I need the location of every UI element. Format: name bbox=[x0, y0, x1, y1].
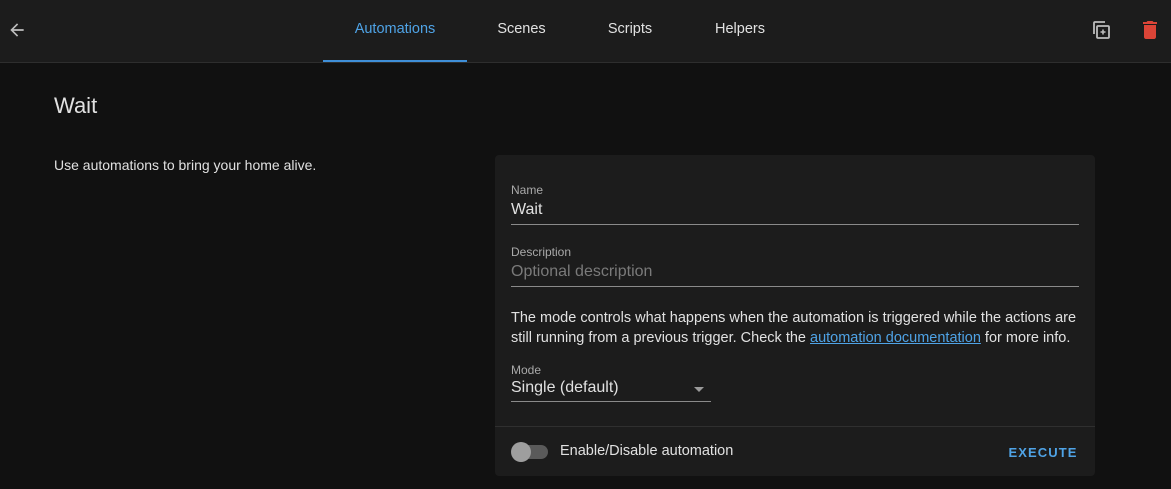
arrow-left-icon bbox=[10, 23, 24, 37]
enable-automation-toggle[interactable] bbox=[511, 442, 549, 462]
intro-text: Use automations to bring your home alive… bbox=[54, 157, 317, 173]
back-button[interactable] bbox=[4, 17, 30, 43]
mode-help-text: The mode controls what happens when the … bbox=[511, 308, 1079, 348]
name-field[interactable]: Name bbox=[511, 182, 1079, 225]
delete-icon bbox=[1143, 21, 1157, 39]
mode-label: Mode bbox=[511, 363, 542, 377]
delete-button[interactable] bbox=[1137, 17, 1163, 43]
mode-help-text-after: for more info. bbox=[980, 330, 1071, 346]
mode-value: Single (default) bbox=[511, 379, 619, 396]
card-divider bbox=[495, 426, 1095, 427]
automation-settings-card: Name Description The mode controls what … bbox=[495, 155, 1095, 476]
description-field[interactable]: Description bbox=[511, 244, 1079, 287]
tab-automations[interactable]: Automations bbox=[323, 0, 467, 62]
name-input[interactable] bbox=[511, 201, 1079, 219]
caret-down-icon bbox=[694, 387, 704, 392]
tab-scenes[interactable]: Scenes bbox=[467, 0, 576, 62]
top-app-bar: Automations Scenes Scripts Helpers bbox=[0, 0, 1171, 63]
tab-helpers[interactable]: Helpers bbox=[684, 0, 796, 62]
execute-button[interactable]: EXECUTE bbox=[1003, 438, 1083, 466]
tab-scripts[interactable]: Scripts bbox=[576, 0, 684, 62]
content-duplicate-icon bbox=[1093, 21, 1110, 39]
tab-bar: Automations Scenes Scripts Helpers bbox=[323, 0, 796, 62]
toggle-label: Enable/Disable automation bbox=[560, 443, 734, 459]
mode-select[interactable]: Mode Single (default) bbox=[511, 362, 711, 402]
duplicate-button[interactable] bbox=[1088, 17, 1114, 43]
description-input[interactable] bbox=[511, 263, 1079, 281]
name-label: Name bbox=[511, 183, 544, 197]
toggle-knob bbox=[511, 442, 531, 462]
automation-documentation-link[interactable]: automation documentation bbox=[810, 330, 981, 346]
page-title: Wait bbox=[54, 93, 98, 118]
description-label: Description bbox=[511, 245, 572, 259]
